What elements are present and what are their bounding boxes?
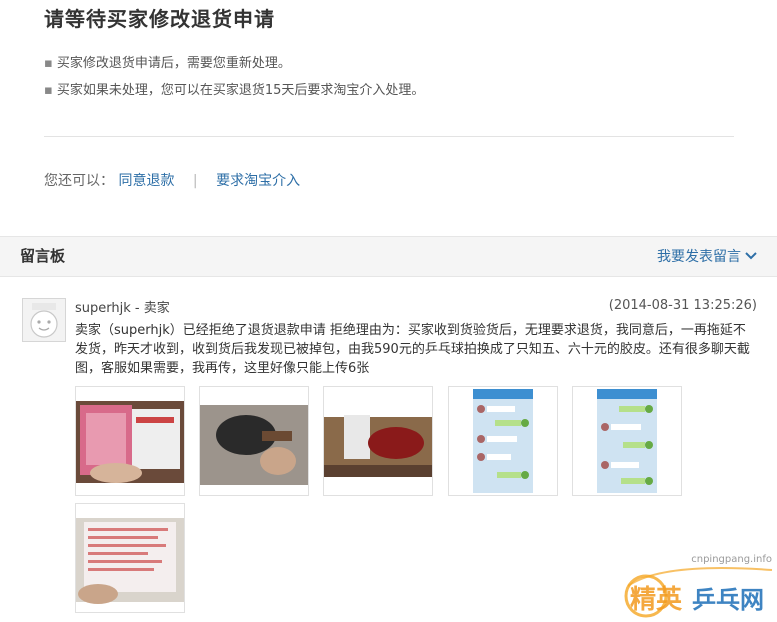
thumbnail-racket-blade[interactable] [199,386,309,496]
thumbnail-racket-box[interactable] [323,386,433,496]
thumbnail-chat-screenshot-1[interactable] [448,386,558,496]
action-separator: | [192,173,198,189]
message-board-title: 留言板 [20,247,66,265]
message-timestamp: (2014-08-31 13:25:26) [608,298,757,313]
svg-text:精英: 精英 [630,585,683,615]
thumbnail-chat-screenshot-2[interactable] [572,386,682,496]
bullet-icon: ▪ [44,56,53,71]
thumbnail-receipt[interactable] [75,503,185,613]
actions-prefix: 您还可以： [44,173,114,189]
post-message-label: 我要发表留言 [657,249,741,265]
watermark-logo: 精英 乒乓网 [624,567,773,618]
divider [44,136,734,137]
notice-item: ▪ 买家如果未处理，您可以在买家退货15天后要求淘宝介入处理。 [44,81,424,108]
thumbnail-rubber-package[interactable] [75,386,185,496]
message-content: 卖家（superhjk）已经拒绝了退货退款申请 拒绝理由为：买家收到货验货后，无… [75,323,750,376]
svg-text:乒乓网: 乒乓网 [692,586,764,614]
avatar [22,298,66,342]
notice-text: 买家如果未处理，您可以在买家退货15天后要求淘宝介入处理。 [56,83,425,98]
notice-text: 买家修改退货申请后，需要您重新处理。 [56,56,291,71]
request-taobao-link[interactable]: 要求淘宝介入 [216,173,300,189]
site-watermark: cnpingpang.info 精英 乒乓网 [622,554,774,618]
bullet-icon: ▪ [44,83,53,98]
post-message-button[interactable]: 我要发表留言 [657,246,757,266]
notice-item: ▪ 买家修改退货申请后，需要您重新处理。 [44,54,424,81]
notice-list: ▪ 买家修改退货申请后，需要您重新处理。 ▪ 买家如果未处理，您可以在买家退货15天… [44,54,424,108]
message-board-header: 留言板 我要发表留言 [0,236,777,277]
watermark-url: cnpingpang.info [691,554,772,565]
page-title: 请等待买家修改退货申请 [44,7,275,31]
action-bar: 您还可以： 同意退款 | 要求淘宝介入 [44,170,300,190]
agree-refund-link[interactable]: 同意退款 [118,173,174,189]
message-author: superhjk - 卖家 [75,301,170,316]
chevron-down-icon [745,248,757,264]
